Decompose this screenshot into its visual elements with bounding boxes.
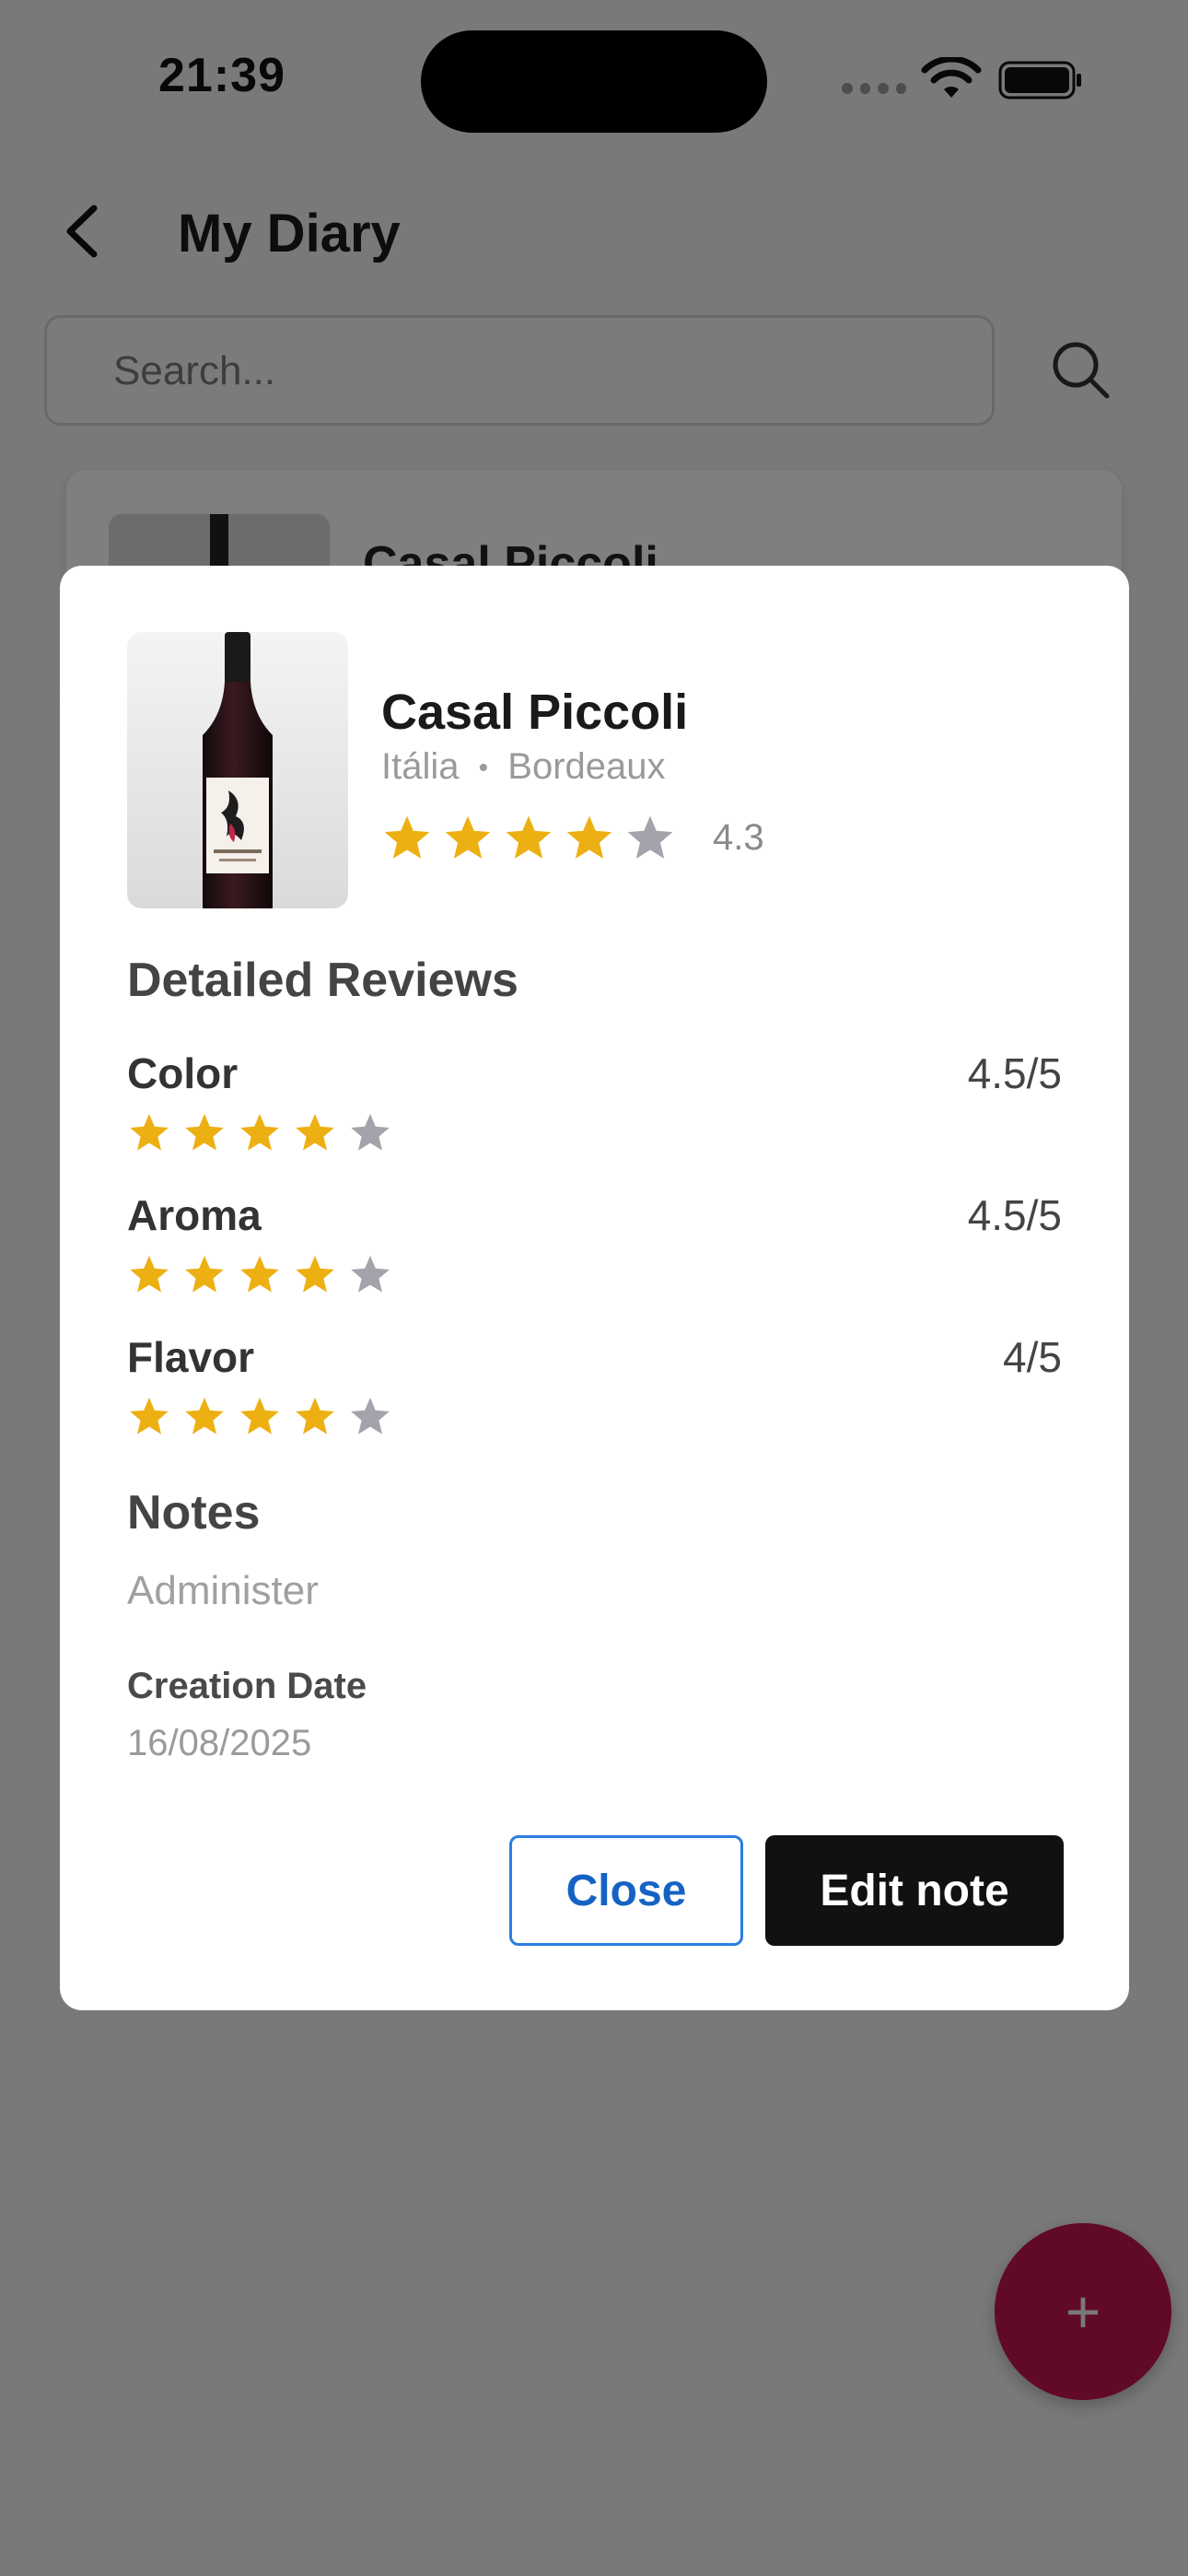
- review-row-aroma: Aroma 4.5/5: [127, 1190, 1062, 1310]
- star-empty-icon: [351, 1256, 390, 1293]
- detailed-reviews-heading: Detailed Reviews: [127, 954, 518, 1007]
- wine-name: Casal Piccoli: [381, 685, 689, 740]
- star-filled-icon: [240, 1114, 279, 1151]
- star-empty-icon: [627, 815, 673, 859]
- star-filled-icon: [445, 815, 491, 859]
- review-score: 4.5/5: [967, 1191, 1062, 1239]
- wine-origin: Itália • Bordeaux: [381, 746, 666, 788]
- star-filled-icon: [506, 815, 552, 859]
- review-stars: [127, 1111, 403, 1153]
- review-score: 4/5: [1003, 1333, 1062, 1381]
- review-label: Aroma: [127, 1191, 262, 1239]
- star-filled-icon: [185, 1256, 224, 1293]
- star-filled-icon: [130, 1256, 169, 1293]
- notes-heading: Notes: [127, 1486, 261, 1540]
- star-filled-icon: [296, 1398, 334, 1434]
- star-filled-icon: [130, 1398, 169, 1434]
- close-button[interactable]: Close: [509, 1835, 743, 1946]
- review-score: 4.5/5: [967, 1049, 1062, 1097]
- review-stars: [127, 1395, 403, 1437]
- creation-date-value: 16/08/2025: [127, 1723, 312, 1763]
- star-filled-icon: [384, 815, 430, 859]
- star-filled-icon: [296, 1256, 334, 1293]
- star-filled-icon: [240, 1256, 279, 1293]
- creation-date-label: Creation Date: [127, 1666, 367, 1706]
- overall-rating-stars: [381, 813, 685, 862]
- review-row-flavor: Flavor 4/5: [127, 1332, 1062, 1452]
- star-filled-icon: [130, 1114, 169, 1151]
- overall-rating: 4.3: [381, 813, 764, 862]
- star-empty-icon: [351, 1114, 390, 1151]
- star-filled-icon: [185, 1398, 224, 1434]
- wine-country: Itália: [381, 746, 460, 787]
- review-label: Flavor: [127, 1333, 255, 1381]
- review-stars: [127, 1253, 403, 1295]
- wine-detail-modal: Casal Piccoli Itália • Bordeaux 4.3 Deta…: [60, 566, 1129, 2010]
- star-filled-icon: [566, 815, 612, 859]
- review-label: Color: [127, 1049, 239, 1097]
- wine-region: Bordeaux: [507, 746, 666, 787]
- star-filled-icon: [185, 1114, 224, 1151]
- origin-separator: •: [478, 753, 489, 784]
- wine-bottle-image: [127, 632, 348, 908]
- overall-rating-value: 4.3: [713, 816, 764, 858]
- star-filled-icon: [296, 1114, 334, 1151]
- notes-text: Administer: [127, 1568, 319, 1613]
- edit-note-button[interactable]: Edit note: [765, 1835, 1064, 1946]
- star-filled-icon: [240, 1398, 279, 1434]
- review-row-color: Color 4.5/5: [127, 1048, 1062, 1168]
- star-empty-icon: [351, 1398, 390, 1434]
